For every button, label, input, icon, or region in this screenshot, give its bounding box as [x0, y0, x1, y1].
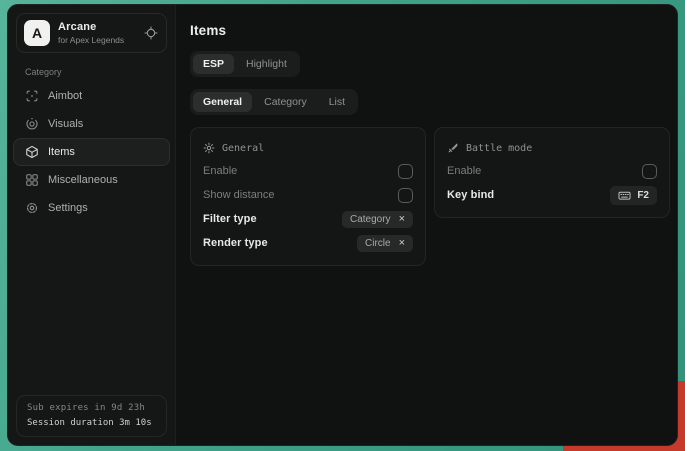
tab-general[interactable]: General: [193, 92, 252, 112]
app-name: Arcane: [58, 21, 124, 33]
app-window: A Arcane for Apex Legends Category: [7, 4, 678, 446]
sidebar-nav: Aimbot Visuals: [8, 82, 175, 222]
view-tab-group: General Category List: [190, 89, 358, 115]
app-subtitle: for Apex Legends: [58, 35, 124, 45]
enable-checkbox[interactable]: [398, 164, 413, 179]
battle-mode-card-title: Battle mode: [466, 143, 532, 154]
setting-label: Key bind: [447, 189, 494, 201]
crosshair-icon: [25, 89, 39, 103]
tab-list[interactable]: List: [319, 92, 355, 112]
sidebar-item-label: Visuals: [48, 118, 83, 130]
clear-icon[interactable]: ×: [399, 238, 405, 249]
sidebar-item-label: Settings: [48, 202, 88, 214]
general-card-title: General: [222, 143, 264, 154]
general-card: General Enable Show distance Filter type…: [190, 127, 426, 266]
battle-enable-checkbox[interactable]: [642, 164, 657, 179]
sidebar-item-visuals[interactable]: Visuals: [13, 110, 170, 138]
category-label: Category: [25, 67, 175, 77]
setting-row-render-type: Render type Circle ×: [203, 231, 413, 255]
sidebar-item-settings[interactable]: Settings: [13, 194, 170, 222]
setting-row-battle-enable: Enable: [447, 159, 657, 183]
general-card-header: General: [203, 137, 413, 159]
settings-cards: General Enable Show distance Filter type…: [190, 127, 670, 266]
tab-category[interactable]: Category: [254, 92, 317, 112]
setting-row-filter-type: Filter type Category ×: [203, 207, 413, 231]
battle-mode-card: Battle mode Enable Key bind: [434, 127, 670, 218]
sidebar-item-miscellaneous[interactable]: Miscellaneous: [13, 166, 170, 194]
sidebar-item-label: Miscellaneous: [48, 174, 118, 186]
sidebar-item-aimbot[interactable]: Aimbot: [13, 82, 170, 110]
subscription-status-card: Sub expires in 9d 23h Session duration 3…: [16, 395, 167, 437]
filter-type-value: Category: [350, 214, 391, 225]
setting-label: Enable: [203, 165, 237, 177]
sun-icon: [203, 142, 215, 154]
setting-label: Filter type: [203, 213, 257, 225]
app-logo: A: [24, 20, 50, 46]
mode-tab-group: ESP Highlight: [190, 51, 300, 77]
tab-esp[interactable]: ESP: [193, 54, 234, 74]
sidebar-item-label: Items: [48, 146, 75, 158]
filter-type-select[interactable]: Category ×: [342, 211, 413, 228]
eye-icon: [25, 117, 39, 131]
setting-row-enable: Enable: [203, 159, 413, 183]
grid-icon: [25, 173, 39, 187]
app-titles: Arcane for Apex Legends: [58, 21, 124, 45]
setting-label: Render type: [203, 237, 268, 249]
clear-icon[interactable]: ×: [399, 214, 405, 225]
setting-row-key-bind: Key bind F2: [447, 183, 657, 207]
main-content: Items ESP Highlight General Category Lis…: [176, 5, 678, 445]
app-header-card: A Arcane for Apex Legends: [16, 13, 167, 53]
sub-expires-text: Sub expires in 9d 23h: [27, 403, 156, 413]
view-tabs-row: General Category List: [190, 89, 670, 115]
page-title: Items: [190, 23, 670, 38]
battle-mode-card-header: Battle mode: [447, 137, 657, 159]
sword-icon: [447, 142, 459, 154]
tab-highlight[interactable]: Highlight: [236, 54, 297, 74]
render-type-select[interactable]: Circle ×: [357, 235, 413, 252]
keybind-button[interactable]: F2: [610, 186, 657, 205]
sidebar-item-label: Aimbot: [48, 90, 82, 102]
box-icon: [25, 145, 39, 159]
render-type-value: Circle: [365, 238, 391, 249]
keybind-value: F2: [637, 190, 649, 201]
setting-label: Enable: [447, 165, 481, 177]
sidebar: A Arcane for Apex Legends Category: [8, 5, 176, 445]
sidebar-item-items[interactable]: Items: [13, 138, 170, 166]
setting-row-show-distance: Show distance: [203, 183, 413, 207]
mode-tabs-row: ESP Highlight: [190, 51, 670, 77]
show-distance-checkbox[interactable]: [398, 188, 413, 203]
gear-icon: [25, 201, 39, 215]
setting-label: Show distance: [203, 189, 275, 201]
keyboard-icon: [618, 189, 631, 202]
session-duration-text: Session duration 3m 10s: [27, 418, 156, 428]
target-icon[interactable]: [144, 26, 158, 40]
